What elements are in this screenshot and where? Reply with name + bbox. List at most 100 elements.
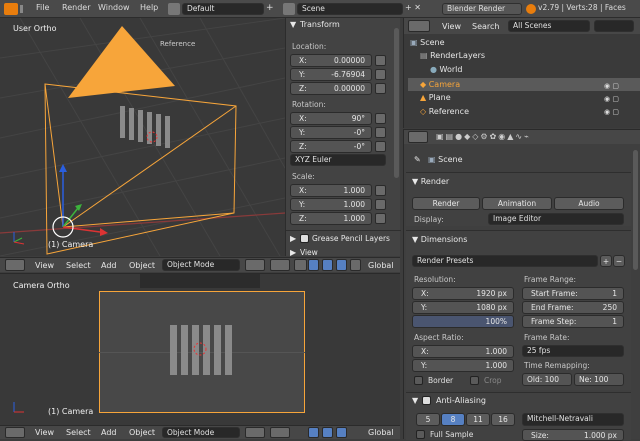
menubar-toggle-icon[interactable] xyxy=(20,5,26,13)
aspect-x[interactable]: X: 1.000 xyxy=(412,345,514,358)
aa-samples-11[interactable]: 11 xyxy=(466,413,490,426)
aa-samples-16[interactable]: 16 xyxy=(491,413,515,426)
lock-icon[interactable] xyxy=(375,199,386,210)
menu-render[interactable]: Render xyxy=(62,3,90,12)
location-x[interactable]: X: 0.00000 xyxy=(290,54,372,67)
outliner-filter-dropdown[interactable]: All Scenes xyxy=(508,20,590,32)
editor-type-icon[interactable] xyxy=(5,259,25,271)
editor-type-icon[interactable] xyxy=(408,20,430,32)
lock-icon[interactable] xyxy=(375,113,386,124)
end-frame[interactable]: End Frame: 250 xyxy=(522,301,624,314)
scene-icon[interactable] xyxy=(283,3,295,15)
render-engine-dropdown[interactable]: Blender Render xyxy=(442,3,522,15)
orientation-dropdown[interactable]: Global xyxy=(368,428,394,437)
pin-icon[interactable]: ✎ xyxy=(414,155,421,164)
outliner-search-input[interactable] xyxy=(594,20,634,32)
render-panel-toggle[interactable]: ▼ Render xyxy=(412,177,449,186)
aa-samples-8[interactable]: 8 xyxy=(441,413,465,426)
rotation-x[interactable]: X: 90° xyxy=(290,112,372,125)
remap-new[interactable]: Ne: 100 xyxy=(574,373,624,386)
frame-step[interactable]: Frame Step: 1 xyxy=(522,315,624,328)
render-button[interactable]: Render xyxy=(412,197,480,210)
aa-samples-5[interactable]: 5 xyxy=(416,413,440,426)
menu-add[interactable]: Add xyxy=(101,261,117,270)
audio-button[interactable]: Audio xyxy=(554,197,624,210)
remove-preset-button[interactable]: − xyxy=(613,255,625,267)
rotate-icon[interactable] xyxy=(322,259,333,271)
resolution-x[interactable]: X: 1920 px xyxy=(412,287,514,300)
border-checkbox[interactable] xyxy=(414,376,423,385)
pivot-icon[interactable] xyxy=(270,427,290,438)
shading-icon[interactable] xyxy=(245,427,265,438)
editor-type-icon[interactable] xyxy=(408,131,428,143)
aspect-y[interactable]: Y: 1.000 xyxy=(412,359,514,372)
location-z[interactable]: Z: 0.00000 xyxy=(290,82,372,95)
viewport-user-ortho[interactable]: User Ortho Reference (1) Camera xyxy=(0,18,285,256)
resolution-percentage[interactable]: 100% xyxy=(412,315,514,328)
anti-aliasing-title[interactable]: Anti-Aliasing xyxy=(436,396,486,405)
outliner-item-reference[interactable]: ◇ Reference xyxy=(420,107,469,116)
menu-file[interactable]: File xyxy=(36,3,49,12)
translate-icon[interactable] xyxy=(308,259,319,271)
outliner-item-plane[interactable]: ▲ Plane xyxy=(420,93,451,102)
scene-add-remove-icons[interactable]: + ✕ xyxy=(405,3,435,15)
lock-icon[interactable] xyxy=(375,127,386,138)
menu-object[interactable]: Object xyxy=(129,261,155,270)
mode-dropdown[interactable]: Object Mode xyxy=(162,259,240,271)
rotate-icon[interactable] xyxy=(322,427,333,438)
view-panel-title[interactable]: View xyxy=(300,248,318,257)
add-preset-button[interactable]: + xyxy=(600,255,612,267)
transform-title[interactable]: Transform xyxy=(300,20,340,29)
property-context-icons[interactable]: ▣▤●◆◇⚙✿◉▲∿⌁ xyxy=(436,132,616,142)
dimensions-panel-toggle[interactable]: ▼ Dimensions xyxy=(412,235,467,244)
location-y[interactable]: Y: -6.76904 xyxy=(290,68,372,81)
menu-window[interactable]: Window xyxy=(98,3,130,12)
transform-collapse-icon[interactable]: ▼ xyxy=(290,20,296,29)
anti-aliasing-toggle[interactable]: ▼ xyxy=(412,396,418,405)
outliner-item-renderlayers[interactable]: ▤ RenderLayers xyxy=(420,51,485,60)
animation-button[interactable]: Animation xyxy=(482,197,552,210)
lock-icon[interactable] xyxy=(375,55,386,66)
outliner-item-scene[interactable]: ▣ Scene xyxy=(410,38,445,47)
outliner-menu-search[interactable]: Search xyxy=(472,22,499,31)
pivot-icon[interactable] xyxy=(270,259,290,271)
manipulator-toggle-icon[interactable] xyxy=(294,259,307,271)
grease-pencil-expand-icon[interactable]: ▶ xyxy=(290,234,296,243)
menu-object[interactable]: Object xyxy=(129,428,155,437)
rotation-mode-dropdown[interactable]: XYZ Euler xyxy=(290,154,386,166)
aa-filter-size[interactable]: Size: 1.000 px xyxy=(522,429,624,441)
scale-icon[interactable] xyxy=(336,427,347,438)
screen-layout-icon[interactable] xyxy=(168,3,180,15)
orientation-dropdown[interactable]: Global xyxy=(368,261,394,270)
render-presets-dropdown[interactable]: Render Presets xyxy=(412,255,598,267)
menu-view[interactable]: View xyxy=(35,428,54,437)
rotation-z[interactable]: Z: -0° xyxy=(290,140,372,153)
view-expand-icon[interactable]: ▶ xyxy=(290,248,296,257)
lock-icon[interactable] xyxy=(375,213,386,224)
menu-add[interactable]: Add xyxy=(101,428,117,437)
scale-y[interactable]: Y: 1.000 xyxy=(290,198,372,211)
editor-type-icon[interactable] xyxy=(5,427,25,438)
panel-scrollbar[interactable] xyxy=(394,28,399,178)
full-sample-checkbox[interactable] xyxy=(416,430,425,439)
shading-icon[interactable] xyxy=(245,259,265,271)
aa-filter-dropdown[interactable]: Mitchell-Netravali xyxy=(522,413,624,426)
rotation-y[interactable]: Y: -0° xyxy=(290,126,372,139)
resolution-y[interactable]: Y: 1080 px xyxy=(412,301,514,314)
start-frame[interactable]: Start Frame: 1 xyxy=(522,287,624,300)
blender-logo-icon[interactable] xyxy=(4,3,18,15)
lock-icon[interactable] xyxy=(375,141,386,152)
outliner-menu-view[interactable]: View xyxy=(442,22,461,31)
outliner-item-camera[interactable]: ◆ Camera xyxy=(420,80,460,89)
grease-pencil-checkbox[interactable] xyxy=(300,234,309,243)
lock-icon[interactable] xyxy=(375,69,386,80)
outliner-item-world[interactable]: ● World xyxy=(430,65,462,74)
menu-help[interactable]: Help xyxy=(140,3,158,12)
anti-aliasing-checkbox[interactable] xyxy=(422,396,431,405)
properties-scrollbar[interactable] xyxy=(633,150,638,270)
menu-select[interactable]: Select xyxy=(66,261,91,270)
layout-selector[interactable]: Default xyxy=(182,3,264,15)
visibility-icons[interactable]: ◉ ▢ ◉ ▢ ◉ ▢ xyxy=(604,80,634,120)
remap-old[interactable]: Old: 100 xyxy=(522,373,572,386)
grease-pencil-title[interactable]: Grease Pencil Layers xyxy=(312,234,390,243)
